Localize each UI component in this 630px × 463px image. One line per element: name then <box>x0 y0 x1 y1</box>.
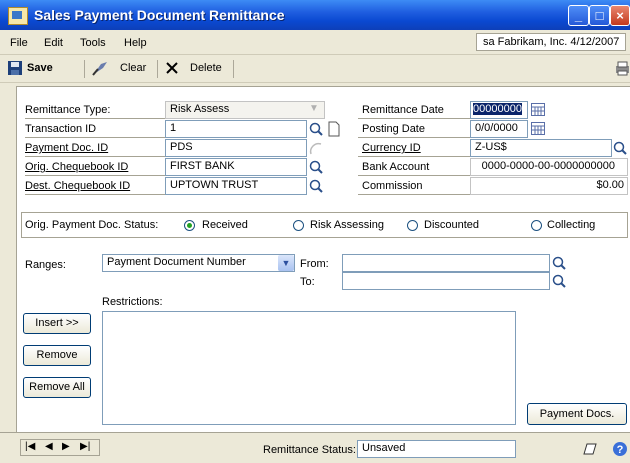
radio-collecting-label[interactable]: Collecting <box>547 219 595 231</box>
remittance-date-label: Remittance Date <box>362 104 444 116</box>
currency-id-label[interactable]: Currency ID <box>362 142 421 154</box>
menu-help[interactable]: Help <box>124 37 147 49</box>
app-icon <box>8 7 28 25</box>
lookup-icon[interactable] <box>308 159 324 175</box>
from-label: From: <box>300 258 329 270</box>
currency-id-field[interactable]: Z-US$ <box>470 139 612 157</box>
divider <box>358 156 470 157</box>
bank-account-label: Bank Account <box>362 161 430 173</box>
note-icon[interactable] <box>582 442 598 456</box>
toolbar-separator <box>233 60 234 78</box>
ranges-select[interactable]: Payment Document Number <box>102 254 295 272</box>
menu-edit[interactable]: Edit <box>44 37 63 49</box>
posting-date-label: Posting Date <box>362 123 425 135</box>
ranges-label: Ranges: <box>25 259 66 271</box>
previous-record-icon[interactable]: ◀ <box>45 441 53 452</box>
to-label: To: <box>300 276 315 288</box>
toolbar-separator <box>84 60 85 78</box>
radio-risk-assessing[interactable] <box>293 220 304 231</box>
payment-doc-id-label[interactable]: Payment Doc. ID <box>25 142 108 154</box>
remittance-date-field[interactable]: 00000000 <box>470 101 528 119</box>
svg-text:?: ? <box>617 444 624 456</box>
divider <box>358 175 470 176</box>
lookup-icon-disabled <box>309 142 322 155</box>
calendar-icon[interactable] <box>531 103 545 116</box>
toolbar-separator <box>157 60 158 78</box>
radio-discounted[interactable] <box>407 220 418 231</box>
new-document-icon[interactable] <box>326 121 342 137</box>
transaction-id-label: Transaction ID <box>25 123 97 135</box>
divider <box>358 137 470 138</box>
close-button[interactable]: × <box>610 5 630 26</box>
remove-all-button[interactable]: Remove All <box>23 377 91 398</box>
remittance-status-value: Unsaved <box>357 440 516 458</box>
remittance-type-select[interactable]: Risk Assess <box>165 101 325 119</box>
maximize-icon: □ <box>595 8 604 23</box>
menu-file[interactable]: File <box>10 37 28 49</box>
transaction-id-field[interactable]: 1 <box>165 120 307 138</box>
dest-chequebook-field[interactable]: UPTOWN TRUST <box>165 177 307 195</box>
delete-icon <box>166 62 178 74</box>
clear-icon <box>92 62 107 76</box>
divider <box>358 194 470 195</box>
posting-date-field[interactable]: 0/0/0000 <box>470 120 528 138</box>
window-title: Sales Payment Document Remittance <box>34 7 285 23</box>
status-label: Orig. Payment Doc. Status: <box>25 219 159 231</box>
lookup-icon[interactable] <box>308 121 324 137</box>
save-button[interactable]: Save <box>27 62 53 74</box>
clear-button[interactable]: Clear <box>120 62 146 74</box>
commission-field: $0.00 <box>470 177 628 195</box>
divider <box>25 194 165 195</box>
divider <box>25 118 165 119</box>
calendar-icon[interactable] <box>531 122 545 135</box>
range-from-field[interactable] <box>342 254 550 272</box>
orig-chequebook-label[interactable]: Orig. Chequebook ID <box>25 161 128 173</box>
delete-button[interactable]: Delete <box>190 62 222 74</box>
remittance-type-label: Remittance Type: <box>25 104 111 116</box>
radio-received-label[interactable]: Received <box>202 219 248 231</box>
save-icon <box>8 61 22 75</box>
chevron-down-icon: ▼ <box>309 103 319 114</box>
insert-button[interactable]: Insert >> <box>23 313 91 334</box>
minimize-icon: _ <box>574 8 583 23</box>
remittance-type-value: Risk Assess <box>170 103 230 115</box>
divider <box>25 175 165 176</box>
lookup-icon[interactable] <box>551 273 567 289</box>
payment-docs-button[interactable]: Payment Docs. <box>527 403 627 425</box>
commission-label: Commission <box>362 180 423 192</box>
lookup-icon[interactable] <box>308 178 324 194</box>
print-icon[interactable] <box>614 60 630 76</box>
dest-chequebook-label[interactable]: Dest. Chequebook ID <box>25 180 130 192</box>
chevron-down-icon[interactable]: ▼ <box>278 255 294 271</box>
company-info[interactable]: sa Fabrikam, Inc. 4/12/2007 <box>476 33 626 51</box>
radio-collecting[interactable] <box>531 220 542 231</box>
remove-button[interactable]: Remove <box>23 345 91 366</box>
restrictions-list[interactable] <box>102 311 516 425</box>
remittance-status-label: Remittance Status: <box>263 444 356 456</box>
minimize-button[interactable]: _ <box>568 5 589 26</box>
menu-tools[interactable]: Tools <box>80 37 106 49</box>
divider <box>358 118 470 119</box>
lookup-icon[interactable] <box>551 255 567 271</box>
lookup-icon[interactable] <box>612 140 628 156</box>
remittance-date-value: 00000000 <box>473 103 522 115</box>
restrictions-label: Restrictions: <box>102 296 163 308</box>
divider <box>25 137 165 138</box>
radio-received[interactable] <box>184 220 195 231</box>
maximize-button[interactable]: □ <box>589 5 610 26</box>
radio-risk-assessing-label[interactable]: Risk Assessing <box>310 219 384 231</box>
bank-account-field: 0000-0000-00-0000000000 <box>470 158 628 176</box>
radio-discounted-label[interactable]: Discounted <box>424 219 479 231</box>
divider <box>25 156 165 157</box>
last-record-icon[interactable]: ▶| <box>80 441 90 452</box>
payment-doc-id-field[interactable]: PDS <box>165 139 307 157</box>
range-to-field[interactable] <box>342 272 550 290</box>
close-icon: × <box>616 8 624 23</box>
next-record-icon[interactable]: ▶ <box>62 441 70 452</box>
orig-chequebook-field[interactable]: FIRST BANK <box>165 158 307 176</box>
help-icon[interactable]: ? <box>612 441 628 457</box>
ranges-selected: Payment Document Number <box>107 256 246 268</box>
first-record-icon[interactable]: |◀ <box>25 441 35 452</box>
